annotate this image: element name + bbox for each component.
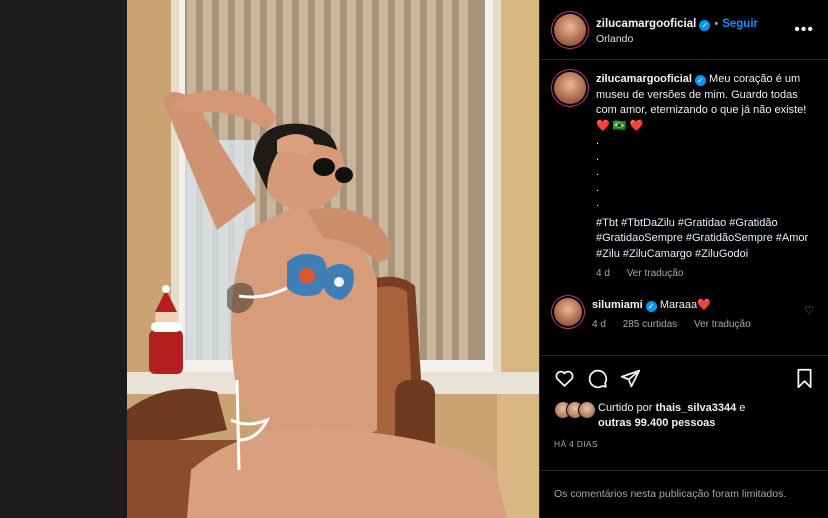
heart-icon[interactable] xyxy=(554,368,575,389)
likes-text: Curtido por thais_silva3344 e outras 99.… xyxy=(598,401,745,431)
bookmark-icon[interactable] xyxy=(795,368,814,389)
post-side-panel: zilucamargooficial ✓ • Seguir Orlando ••• z… xyxy=(539,0,828,518)
follow-button[interactable]: Seguir xyxy=(722,18,758,30)
verified-badge-icon: ✓ xyxy=(699,19,711,31)
comment-item: silumiami ✓ Maraaa❤️ 4 d 285 curtidas Ver… xyxy=(554,297,814,333)
action-icons xyxy=(554,368,814,389)
likes-prefix: Curtido por xyxy=(598,402,653,414)
commenter-avatar[interactable] xyxy=(554,297,582,326)
likes-user[interactable]: thais_silva3344 xyxy=(655,402,736,414)
author-info: zilucamargooficial ✓ • Seguir Orlando xyxy=(596,13,794,46)
comment-likes[interactable]: 285 curtidas xyxy=(623,319,677,330)
likes-middle: e xyxy=(739,402,746,414)
caption-meta: 4 d Ver tradução xyxy=(596,266,814,282)
post-location[interactable]: Orlando xyxy=(596,33,794,46)
commenter-username[interactable]: silumiami xyxy=(592,299,643,311)
comment-translate-link[interactable]: Ver tradução xyxy=(694,319,751,330)
caption-hashtags[interactable]: #Tbt #TbtDaZilu #Gratidao #Gratidão #Gra… xyxy=(596,216,814,263)
caption-body: zilucamargooficial ✓ Meu coração é um mus… xyxy=(596,72,814,282)
separator-dot: • xyxy=(714,17,719,30)
comment-meta: 4 d 285 curtidas Ver tradução xyxy=(592,317,804,333)
comment-like-heart-icon[interactable]: ♡ xyxy=(804,304,814,317)
author-avatar[interactable] xyxy=(554,13,586,46)
post-date[interactable]: HÁ 4 DIAS xyxy=(554,439,814,449)
comments-area[interactable]: zilucamargooficial ✓ Meu coração é um mus… xyxy=(540,60,828,355)
caption-avatar[interactable] xyxy=(554,72,586,104)
post-actions: Curtido por thais_silva3344 e outras 99.… xyxy=(540,355,828,449)
likes-others[interactable]: outras 99.400 pessoas xyxy=(598,417,715,429)
liker-avatars xyxy=(554,401,598,419)
more-options-icon[interactable]: ••• xyxy=(794,21,814,39)
author-line: zilucamargooficial ✓ • Seguir xyxy=(596,13,794,33)
post-header: zilucamargooficial ✓ • Seguir Orlando ••• xyxy=(540,0,828,60)
comment-icon[interactable] xyxy=(587,368,608,389)
comment-body: silumiami ✓ Maraaa❤️ 4 d 285 curtidas Ver… xyxy=(592,298,804,333)
verified-badge-icon: ✓ xyxy=(694,75,706,86)
share-icon[interactable] xyxy=(620,368,641,389)
caption-text: Meu coração é um museu de versões de mim… xyxy=(596,73,807,209)
caption-username[interactable]: zilucamargooficial xyxy=(596,73,692,85)
caption-translate-link[interactable]: Ver tradução xyxy=(627,268,684,279)
likes-summary: Curtido por thais_silva3344 e outras 99.… xyxy=(554,401,814,431)
post-photo[interactable] xyxy=(127,0,539,518)
caption: zilucamargooficial ✓ Meu coração é um mus… xyxy=(554,72,814,282)
post-modal: zilucamargooficial ✓ • Seguir Orlando ••• z… xyxy=(127,0,828,518)
photo-illustration xyxy=(127,0,539,518)
comment-age: 4 d xyxy=(592,319,606,330)
comments-limited-notice: Os comentários nesta publicação foram li… xyxy=(540,470,828,518)
liker-avatar xyxy=(578,401,596,419)
caption-age: 4 d xyxy=(596,268,610,279)
comment-text: Maraaa❤️ xyxy=(659,298,711,311)
author-username[interactable]: zilucamargooficial xyxy=(596,18,696,30)
verified-badge-icon: ✓ xyxy=(645,300,657,312)
